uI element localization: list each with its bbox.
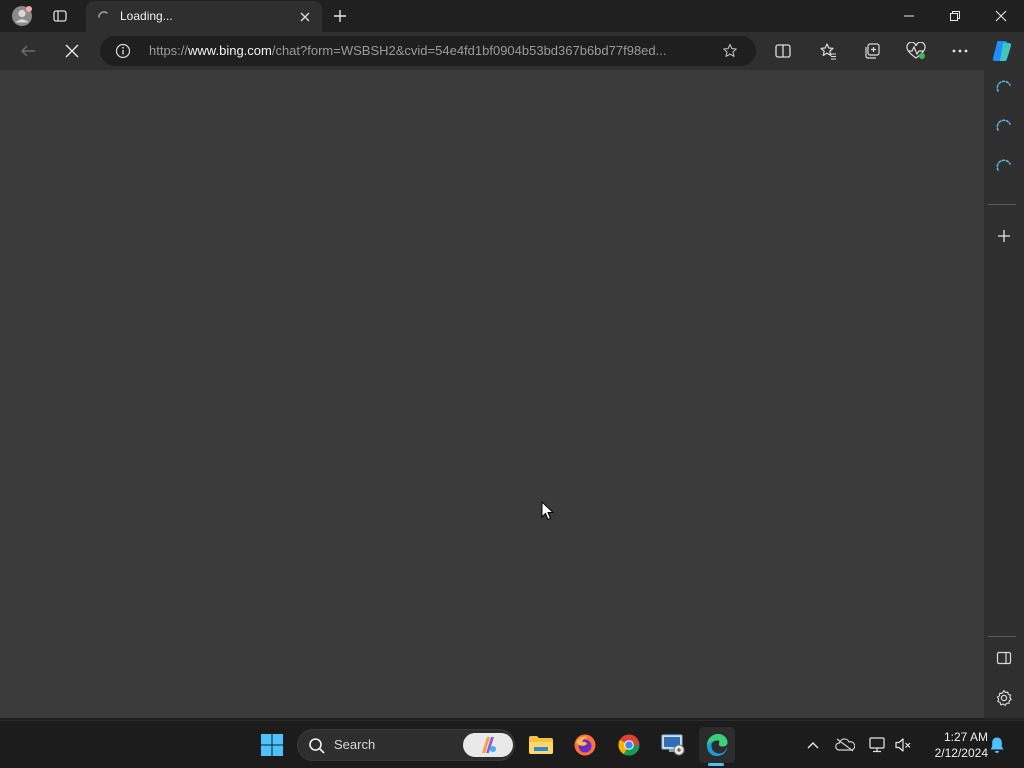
network-icon[interactable] [865, 733, 889, 757]
browser-tab-active[interactable]: Loading... [86, 1, 322, 32]
more-icon[interactable] [946, 37, 974, 65]
search-label: Search [334, 737, 376, 752]
restore-icon[interactable] [932, 0, 978, 32]
star-icon[interactable] [720, 41, 740, 61]
loading-spinner-icon[interactable] [990, 153, 1018, 181]
profile-avatar-icon[interactable] [10, 4, 34, 28]
chrome-icon[interactable] [611, 727, 647, 763]
close-window-icon[interactable] [978, 0, 1024, 32]
loading-spinner-icon [96, 9, 112, 29]
search-icon [308, 737, 326, 759]
url-domain: www.bing.com [188, 43, 272, 58]
taskbar: Search 1:27 AM 2/12/2024 [0, 720, 1024, 768]
tab-actions-icon[interactable] [48, 4, 72, 28]
windows-start-icon[interactable] [254, 727, 290, 763]
sidebar-toggle-icon[interactable] [990, 644, 1018, 672]
url-prefix: https:// [149, 43, 189, 58]
close-icon[interactable] [296, 8, 314, 26]
notification-bell-icon[interactable] [985, 733, 1009, 757]
address-bar[interactable]: https://www.bing.com/chat?form=WSBSH2&cv… [100, 36, 756, 66]
info-icon[interactable] [114, 42, 132, 60]
volume-muted-icon[interactable] [891, 733, 915, 757]
sidebar-divider [988, 204, 1016, 205]
performance-icon[interactable] [902, 37, 930, 65]
loading-spinner-icon[interactable] [990, 74, 1018, 102]
remote-desktop-icon[interactable] [655, 727, 691, 763]
plus-icon[interactable] [990, 222, 1018, 250]
plus-icon[interactable] [328, 4, 352, 28]
loading-spinner-icon[interactable] [990, 113, 1018, 141]
browser-toolbar: https://www.bing.com/chat?form=WSBSH2&cv… [0, 32, 1024, 70]
sidebar-divider [988, 636, 1016, 637]
search-highlight-icon[interactable] [463, 733, 513, 757]
browser-sidebar [984, 70, 1024, 718]
collections-icon[interactable] [858, 37, 886, 65]
desktop-screen: Loading... https://www.bing.com/chat?for… [0, 0, 1024, 768]
onedrive-icon[interactable] [833, 733, 857, 757]
page-content [0, 70, 984, 718]
copilot-icon[interactable] [988, 37, 1016, 65]
url-text[interactable]: https://www.bing.com/chat?form=WSBSH2&cv… [149, 43, 713, 58]
minimize-icon[interactable] [886, 0, 932, 32]
url-path: /chat?form=WSBSH2&cvid=54e4fd1bf0904b53b… [271, 43, 667, 58]
favorites-icon[interactable] [814, 37, 842, 65]
tab-title: Loading... [120, 9, 173, 23]
file-explorer-icon[interactable] [523, 727, 559, 763]
split-screen-icon[interactable] [769, 37, 797, 65]
back-arrow-icon[interactable] [14, 37, 42, 65]
gear-icon[interactable] [990, 684, 1018, 712]
edge-icon[interactable] [699, 727, 735, 763]
taskbar-search-box[interactable]: Search [297, 729, 515, 761]
clock-time: 1:27 AM [943, 730, 988, 744]
taskbar-clock[interactable]: 1:27 AM 2/12/2024 [918, 729, 988, 761]
chevron-up-icon[interactable] [801, 733, 825, 757]
active-app-indicator [708, 763, 724, 766]
firefox-icon[interactable] [567, 727, 603, 763]
browser-titlebar: Loading... [0, 0, 1024, 32]
clock-date: 2/12/2024 [934, 746, 988, 760]
mouse-cursor-icon [541, 500, 555, 525]
stop-loading-icon[interactable] [58, 37, 86, 65]
